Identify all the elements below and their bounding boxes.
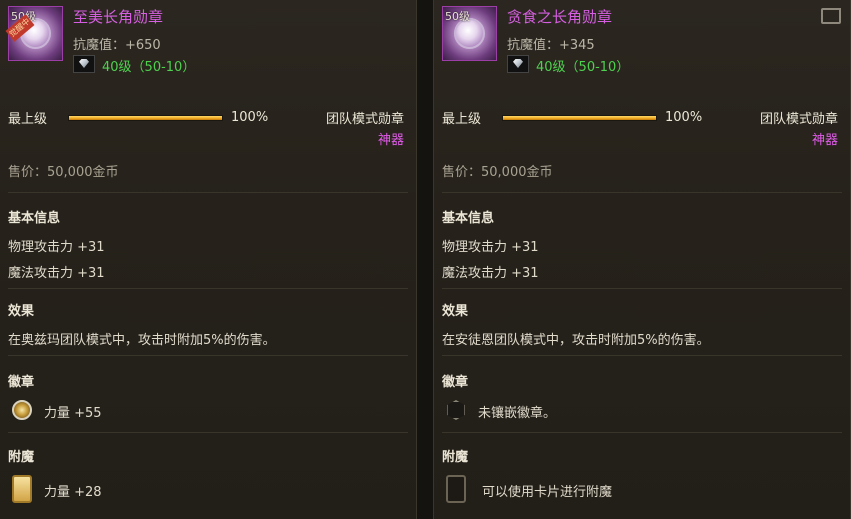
grade-label: 最上级 bbox=[442, 112, 482, 127]
grade-percent: 100% bbox=[665, 110, 703, 125]
rarity-label: 神器 bbox=[377, 133, 404, 148]
level-range: 40级（50-10） bbox=[536, 60, 630, 75]
basic-info-title: 基本信息 bbox=[442, 211, 495, 226]
grade-label: 最上级 bbox=[8, 112, 48, 127]
sell-price: 售价：50,000金币 bbox=[8, 165, 119, 180]
divider bbox=[442, 432, 842, 433]
divider bbox=[8, 288, 408, 289]
magic-attack: 魔法攻击力 +31 bbox=[8, 266, 105, 281]
gold-emblem-icon bbox=[12, 400, 32, 420]
share-link-icon[interactable] bbox=[821, 8, 841, 24]
item-name: 至美长角勋章 bbox=[73, 8, 164, 26]
divider bbox=[8, 355, 408, 356]
diamond-icon bbox=[507, 55, 529, 73]
enchant-text: 力量 +28 bbox=[44, 485, 102, 500]
empty-card-slot-icon[interactable] bbox=[446, 475, 466, 503]
physical-attack: 物理攻击力 +31 bbox=[442, 240, 539, 255]
effect-text: 在奥兹玛团队模式中，攻击时附加5%的伤害。 bbox=[8, 333, 276, 348]
divider bbox=[442, 288, 842, 289]
empty-emblem-socket-icon[interactable] bbox=[447, 400, 465, 420]
rarity-label: 神器 bbox=[811, 133, 838, 148]
grade-progress-bar bbox=[502, 115, 657, 121]
tooltip-panel-left: 50级 觉醒中 至美长角勋章 抗魔值：+650 40级（50-10） 最上级 1… bbox=[0, 0, 417, 519]
anti-magic-value: 抗魔值：+650 bbox=[73, 38, 161, 53]
basic-info-title: 基本信息 bbox=[8, 211, 61, 226]
grade-progress-fill bbox=[69, 116, 222, 120]
emblem-title: 徽章 bbox=[442, 375, 469, 390]
grade-progress-bar bbox=[68, 115, 223, 121]
effect-title: 效果 bbox=[442, 304, 469, 319]
enchant-title: 附魔 bbox=[442, 450, 469, 465]
item-level-tag: 50级 bbox=[445, 10, 470, 23]
item-type: 团队模式勋章 bbox=[325, 112, 404, 127]
enchant-text: 可以使用卡片进行附魔 bbox=[482, 485, 613, 500]
grade-progress-fill bbox=[503, 116, 656, 120]
medal-item-icon[interactable]: 50级 觉醒中 bbox=[5, 6, 63, 61]
effect-text: 在安徒恩团队模式中，攻击时附加5%的伤害。 bbox=[442, 333, 710, 348]
divider bbox=[442, 192, 842, 193]
physical-attack: 物理攻击力 +31 bbox=[8, 240, 105, 255]
emblem-text: 未镶嵌徽章。 bbox=[478, 406, 557, 421]
panel-gap bbox=[417, 0, 433, 519]
diamond-icon bbox=[73, 55, 95, 73]
sell-price: 售价：50,000金币 bbox=[442, 165, 553, 180]
anti-magic-value: 抗魔值：+345 bbox=[507, 38, 595, 53]
emblem-title: 徽章 bbox=[8, 375, 35, 390]
tooltip-panel-right: 50级 贪食之长角勋章 抗魔值：+345 40级（50-10） 最上级 100%… bbox=[433, 0, 851, 519]
item-type: 团队模式勋章 bbox=[759, 112, 838, 127]
magic-attack: 魔法攻击力 +31 bbox=[442, 266, 539, 281]
emblem-text: 力量 +55 bbox=[44, 406, 102, 421]
medal-item-icon[interactable]: 50级 bbox=[442, 6, 497, 61]
level-range: 40级（50-10） bbox=[102, 60, 196, 75]
divider bbox=[8, 432, 408, 433]
enchant-title: 附魔 bbox=[8, 450, 35, 465]
divider bbox=[8, 192, 408, 193]
item-name: 贪食之长角勋章 bbox=[507, 8, 613, 26]
divider bbox=[442, 355, 842, 356]
gold-card-icon bbox=[12, 475, 32, 503]
effect-title: 效果 bbox=[8, 304, 35, 319]
grade-percent: 100% bbox=[231, 110, 269, 125]
